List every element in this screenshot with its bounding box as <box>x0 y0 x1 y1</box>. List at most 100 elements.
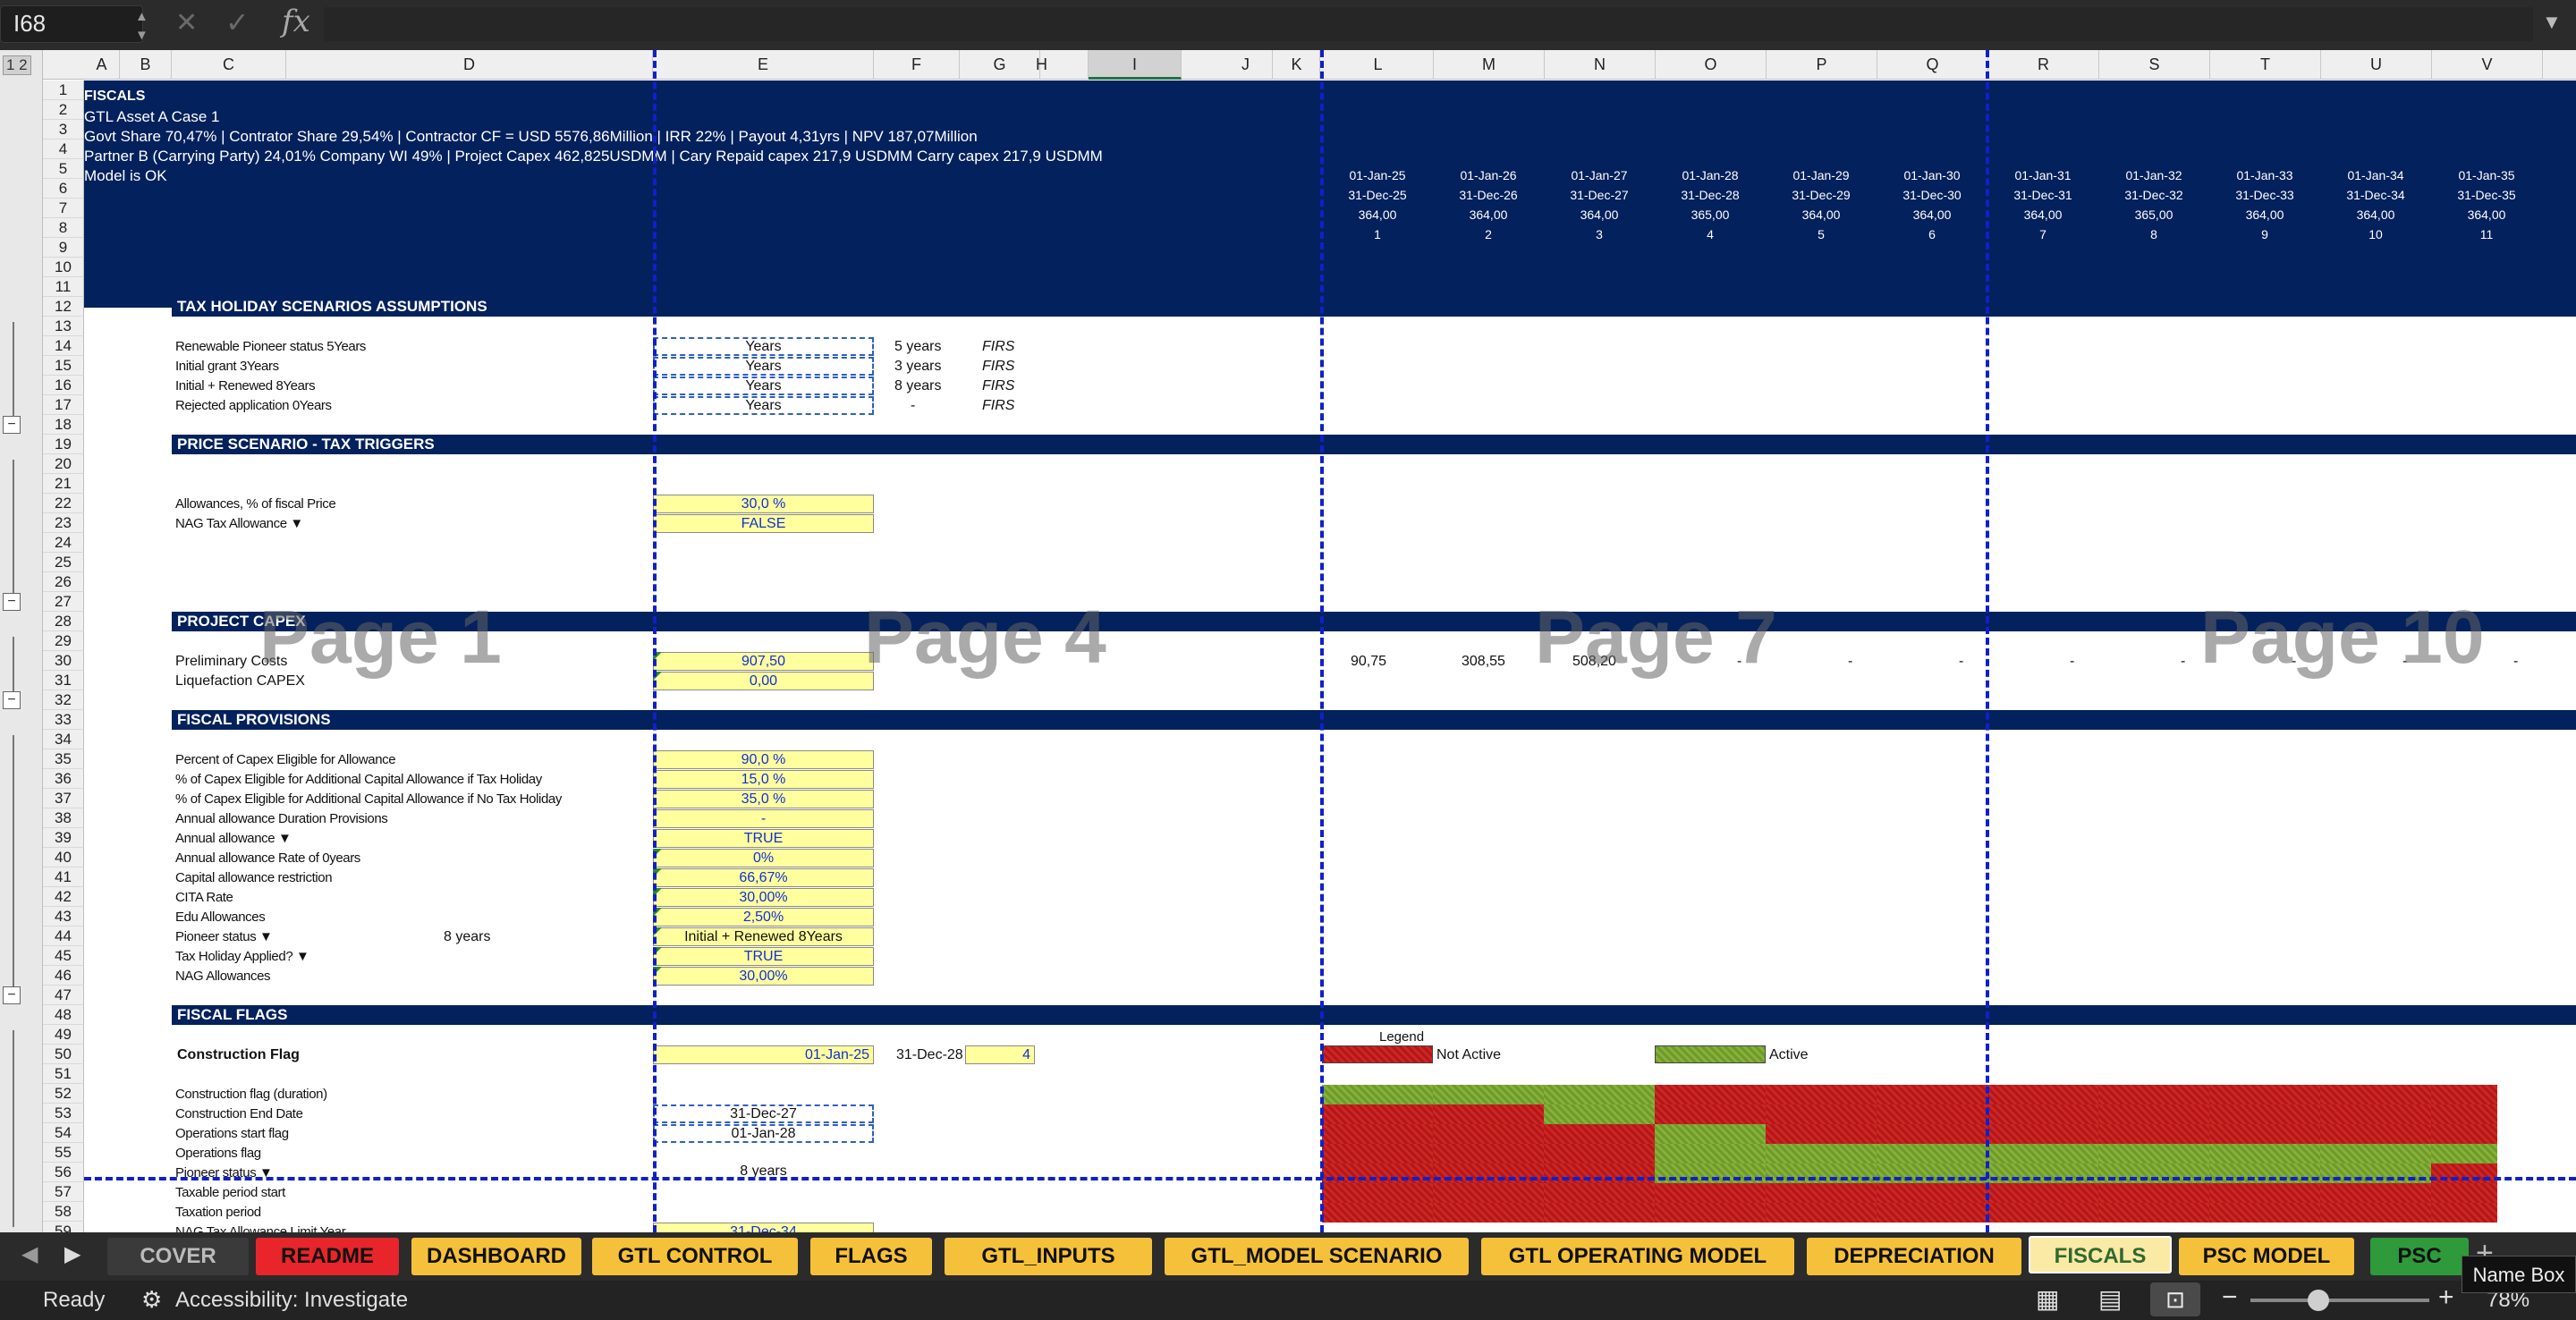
sheet-tab-dashboard[interactable]: DASHBOARD <box>411 1238 581 1275</box>
sheet-tab-cover[interactable]: COVER <box>107 1238 249 1275</box>
tax-holiday-input[interactable]: Years <box>653 357 874 376</box>
column-header-l[interactable]: L <box>1323 50 1434 80</box>
sheet-tab-gtl-model-scenario[interactable]: GTL_MODEL SCENARIO <box>1165 1238 1469 1275</box>
sheet-tab-fiscals[interactable]: FISCALS <box>2029 1236 2172 1273</box>
expand-formula-bar-icon[interactable]: ▼ <box>2542 11 2562 34</box>
column-header-o[interactable]: O <box>1656 50 1767 80</box>
scroll-tabs-left-icon[interactable]: ◀ <box>21 1241 38 1267</box>
fiscal-input-cell[interactable]: 66,67% <box>653 868 874 887</box>
column-header-m[interactable]: M <box>1434 50 1545 80</box>
row-header[interactable]: 47 <box>43 986 84 1005</box>
insert-function-icon[interactable]: fx <box>282 4 310 39</box>
row-header[interactable]: 27 <box>43 592 84 612</box>
name-box[interactable]: I68 ▲ ▼ <box>0 5 148 43</box>
sheet-tab-psc-model[interactable]: PSC MODEL <box>2179 1238 2354 1275</box>
row-header[interactable]: 53 <box>43 1104 84 1123</box>
column-header-f[interactable]: F <box>874 50 960 80</box>
row-header[interactable]: 50 <box>43 1045 84 1064</box>
page-break-preview-icon[interactable]: ⊡ <box>2150 1282 2200 1316</box>
row-header[interactable]: 41 <box>43 867 84 887</box>
construction-years-input[interactable]: 4 <box>965 1045 1035 1064</box>
accessibility-icon[interactable]: ⚙ <box>141 1286 162 1314</box>
row-header[interactable]: 10 <box>43 258 84 277</box>
column-header-j[interactable]: J <box>1219 50 1273 80</box>
tax-holiday-input[interactable]: Years <box>653 396 874 415</box>
fiscal-input-cell[interactable]: 35,0 % <box>653 790 874 808</box>
row-header[interactable]: 39 <box>43 828 84 848</box>
row-header[interactable]: 5 <box>43 159 84 179</box>
column-header-u[interactable]: U <box>2321 50 2432 80</box>
row-header[interactable]: 59 <box>43 1222 84 1232</box>
column-header-d[interactable]: D <box>286 50 653 80</box>
column-header-h[interactable]: H <box>996 50 1089 80</box>
row-header[interactable]: 9 <box>43 238 84 258</box>
fiscal-input-cell[interactable]: 15,0 % <box>653 770 874 789</box>
collapse-group-icon[interactable]: − <box>3 416 21 434</box>
row-header[interactable]: 55 <box>43 1143 84 1163</box>
row-header[interactable]: 33 <box>43 710 84 730</box>
row-header[interactable]: 12 <box>43 297 84 317</box>
row-header[interactable]: 44 <box>43 927 84 946</box>
row-header[interactable]: 23 <box>43 513 84 533</box>
zoom-in-icon[interactable]: + <box>2438 1282 2454 1313</box>
page-layout-view-icon[interactable]: ▤ <box>2098 1284 2122 1314</box>
formula-input[interactable] <box>324 7 2533 41</box>
worksheet-grid[interactable]: 1 2 − − − − ABCDEFGHIJKLMNOPQRSTUV 12345678… <box>0 50 2576 1232</box>
price-input-cell[interactable]: 30,0 % <box>653 495 874 513</box>
capex-input-cell[interactable]: 0,00 <box>653 672 874 690</box>
row-header[interactable]: 40 <box>43 848 84 867</box>
row-header[interactable]: 52 <box>43 1084 84 1104</box>
row-header[interactable]: 16 <box>43 376 84 395</box>
column-header-v[interactable]: V <box>2432 50 2543 80</box>
collapse-group-icon[interactable]: − <box>3 986 21 1004</box>
fiscal-input-cell[interactable]: Initial + Renewed 8Years <box>653 927 874 946</box>
row-header[interactable]: 20 <box>43 454 84 474</box>
sheet-tab-readme[interactable]: README <box>256 1238 399 1275</box>
row-header[interactable]: 28 <box>43 612 84 631</box>
row-header[interactable]: 58 <box>43 1202 84 1222</box>
enter-check-icon[interactable]: ✓ <box>225 5 250 39</box>
flag-value-cell[interactable]: 31-Dec-27 <box>653 1104 874 1123</box>
outline-level-buttons[interactable]: 1 2 <box>3 55 31 75</box>
row-header[interactable]: 24 <box>43 533 84 553</box>
row-header[interactable]: 21 <box>43 474 84 494</box>
row-header[interactable]: 57 <box>43 1182 84 1202</box>
construction-start-input[interactable]: 01-Jan-25 <box>653 1045 874 1064</box>
row-header[interactable]: 37 <box>43 789 84 808</box>
row-header[interactable]: 29 <box>43 631 84 651</box>
collapse-group-icon[interactable]: − <box>3 691 21 709</box>
fiscal-input-cell[interactable]: 30,00% <box>653 967 874 986</box>
column-header-e[interactable]: E <box>653 50 874 80</box>
sheet-tab-depreciation[interactable]: DEPRECIATION <box>1807 1238 2021 1275</box>
row-header[interactable]: 48 <box>43 1005 84 1025</box>
row-header[interactable]: 4 <box>43 140 84 159</box>
column-header-b[interactable]: B <box>120 50 172 80</box>
row-header[interactable]: 51 <box>43 1064 84 1084</box>
row-header[interactable]: 7 <box>43 199 84 218</box>
column-header-n[interactable]: N <box>1545 50 1656 80</box>
sheet-tab-gtl-control[interactable]: GTL CONTROL <box>592 1238 798 1275</box>
collapse-group-icon[interactable]: − <box>3 593 21 611</box>
row-header[interactable]: 13 <box>43 317 84 336</box>
row-header[interactable]: 6 <box>43 179 84 199</box>
row-header[interactable]: 25 <box>43 553 84 572</box>
name-box-up-icon[interactable]: ▲ <box>135 9 148 24</box>
row-header[interactable]: 35 <box>43 749 84 769</box>
row-header[interactable]: 30 <box>43 651 84 671</box>
fiscal-input-cell[interactable]: TRUE <box>653 829 874 848</box>
row-header[interactable]: 18 <box>43 415 84 435</box>
row-header[interactable]: 15 <box>43 356 84 376</box>
fiscal-input-cell[interactable]: - <box>653 809 874 828</box>
row-header[interactable]: 26 <box>43 572 84 592</box>
row-header[interactable]: 42 <box>43 887 84 907</box>
normal-view-icon[interactable]: ▦ <box>2036 1284 2059 1314</box>
column-header-s[interactable]: S <box>2099 50 2210 80</box>
zoom-out-icon[interactable]: − <box>2222 1282 2238 1313</box>
row-header[interactable]: 38 <box>43 808 84 828</box>
sheet-tab-psc[interactable]: PSC <box>2370 1238 2469 1275</box>
row-header[interactable]: 17 <box>43 395 84 415</box>
flag-value-cell[interactable]: 01-Jan-28 <box>653 1124 874 1143</box>
column-header-i[interactable]: I <box>1089 50 1182 80</box>
column-header-k[interactable]: K <box>1274 50 1320 80</box>
zoom-slider-track[interactable] <box>2250 1299 2429 1302</box>
